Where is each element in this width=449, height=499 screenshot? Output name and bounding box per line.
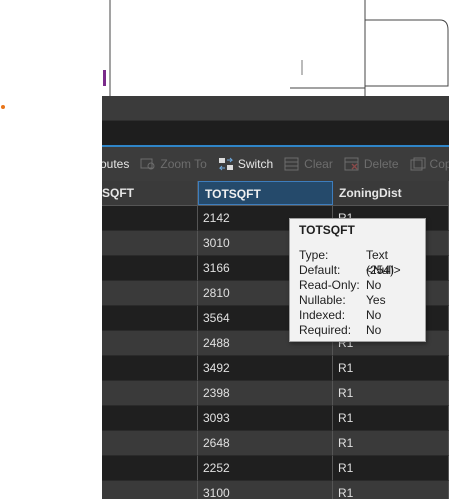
toolbar-label-copy: Copy [429,157,449,171]
column-header-sqft[interactable]: SQFT [102,181,198,205]
tooltip-value: <Null> [366,263,401,277]
delete-icon [344,157,359,171]
tooltip-value: Yes [366,293,386,307]
map-point-feature [1,105,5,109]
toolbar-label-switch: Switch [237,157,274,171]
table-cell[interactable]: 2252 [198,456,333,481]
zoom-to-icon [140,158,155,170]
toolbar-label-attributes: outes [102,157,130,171]
table-cell[interactable] [102,306,198,331]
pane-tab-strip [102,121,449,147]
toolbar-label-clear: Clear [304,157,333,171]
table-row[interactable]: 2252 R1 [102,456,449,481]
table-cell[interactable] [102,281,198,306]
clear-button[interactable]: Clear [284,157,333,171]
table-cell[interactable] [102,356,198,381]
tooltip-field-row: Indexed: No [299,308,416,323]
table-toolbar: outes Zoom To Switch Clear Delete Cop [102,147,449,181]
table-cell[interactable]: 3492 [198,356,333,381]
attributes-button[interactable]: outes [102,157,129,171]
column-header-zoningdist[interactable]: ZoningDist [333,181,449,205]
tooltip-field-row: Type: Text (254) [299,248,416,277]
table-cell[interactable] [102,331,198,356]
table-cell[interactable]: R1 [333,481,449,499]
table-cell[interactable]: R1 [333,356,449,381]
table-cell[interactable]: 2398 [198,381,333,406]
table-cell[interactable]: 2648 [198,431,333,456]
tooltip-label: Read-Only: [299,278,360,292]
table-cell[interactable]: R1 [333,431,449,456]
grid-header-row: SQFT TOTSQFT ZoningDist [102,181,449,206]
field-info-tooltip: TOTSQFT Type: Text (254) Default: <Null>… [289,218,426,342]
tooltip-field-row: Required: No [299,323,416,338]
copy-icon [410,157,426,171]
table-row[interactable]: 2648 R1 [102,431,449,456]
table-cell[interactable]: R1 [333,406,449,431]
pane-title-bar [102,96,449,121]
table-cell[interactable] [102,381,198,406]
switch-icon [218,157,234,171]
table-cell[interactable] [102,256,198,281]
tooltip-value: Text (254) [366,248,395,277]
table-cell[interactable] [102,406,198,431]
table-cell[interactable]: R1 [333,456,449,481]
tooltip-label: Type: [299,248,329,262]
table-cell[interactable]: 3100 [198,481,333,499]
tooltip-field-row: Nullable: Yes [299,293,416,308]
table-cell[interactable] [102,431,198,456]
map-canvas[interactable] [0,0,449,96]
tooltip-field-row: Read-Only: No [299,278,416,293]
tooltip-label: Indexed: [299,308,346,322]
clear-icon [284,157,299,171]
tooltip-field-row: Default: <Null> [299,263,416,278]
tooltip-label: Nullable: [299,293,346,307]
column-header-totsqft[interactable]: TOTSQFT [198,181,333,205]
map-canvas-left [0,96,102,499]
table-cell[interactable]: 3093 [198,406,333,431]
table-row[interactable]: 3100 R1 [102,481,449,499]
toolbar-label-zoom-to: Zoom To [160,157,207,171]
table-row[interactable]: 3093 R1 [102,406,449,431]
copy-button[interactable]: Copy [410,157,449,171]
map-features [103,0,449,96]
table-cell[interactable] [102,456,198,481]
delete-button[interactable]: Delete [344,157,399,171]
table-cell[interactable] [102,206,198,231]
table-cell[interactable] [102,231,198,256]
switch-button[interactable]: Switch [218,157,273,171]
tooltip-title: TOTSQFT [299,223,355,237]
tooltip-value: No [366,278,382,292]
zoom-to-button[interactable]: Zoom To [140,157,207,171]
table-row[interactable]: 2398 R1 [102,381,449,406]
tooltip-label: Default: [299,263,341,277]
toolbar-label-delete: Delete [363,157,399,171]
table-row[interactable]: 3492 R1 [102,356,449,381]
tooltip-value: No [366,323,382,337]
table-cell[interactable]: R1 [333,381,449,406]
tooltip-label: Required: [299,323,352,337]
tooltip-value: No [366,308,382,322]
table-cell[interactable] [102,481,198,499]
